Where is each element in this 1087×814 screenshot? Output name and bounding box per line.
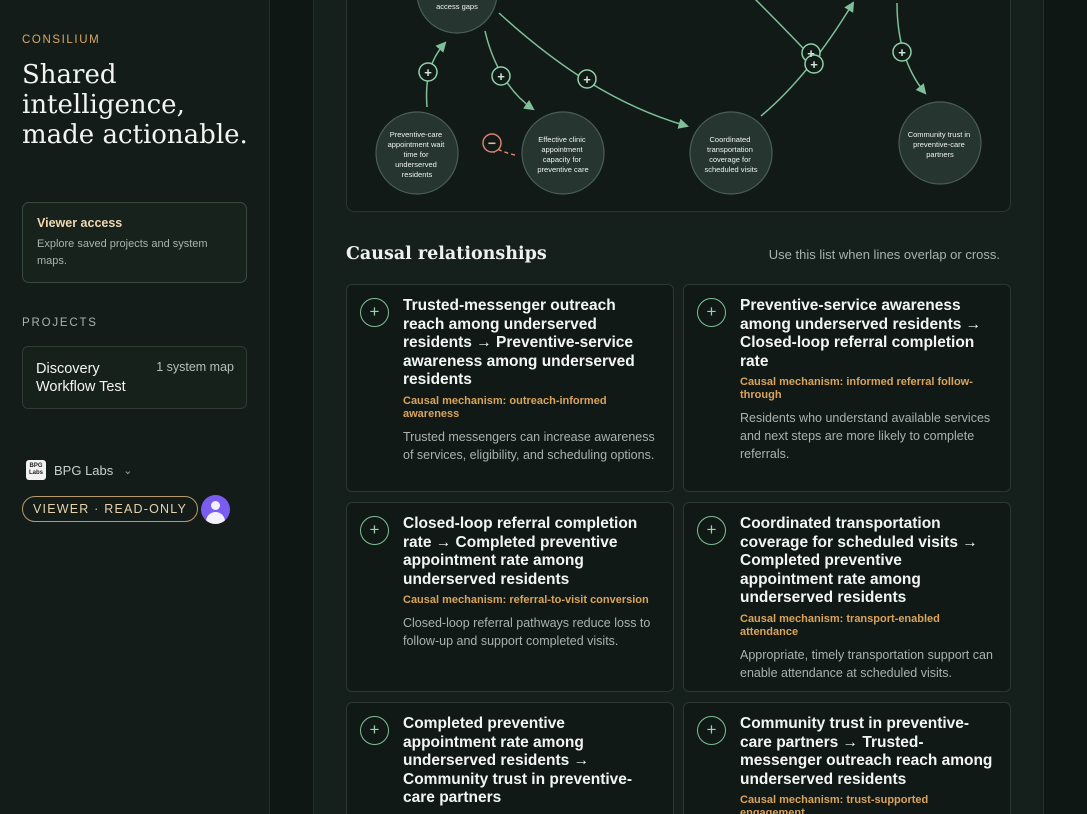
sign-minus: − [488, 135, 496, 151]
svg-text:access gaps: access gaps [436, 2, 478, 11]
sign-plus-5: + [810, 57, 818, 72]
node-access-gaps[interactable]: access gaps [417, 0, 497, 34]
org-logo: BPG Labs [26, 460, 46, 480]
sign-plus-3: + [583, 72, 591, 87]
relationship-mechanism: Causal mechanism: referral-to-visit conv… [403, 594, 649, 606]
relationship-card[interactable]: + Completed preventive appointment rate … [346, 702, 674, 814]
causal-relationships-heading: Causal relationships [346, 244, 547, 264]
org-switcher[interactable]: BPG Labs BPG Labs ⌄ [26, 460, 132, 480]
relationship-title: Completed preventive appointment rate am… [403, 715, 633, 806]
node-transportation[interactable]: Coordinated transportation coverage for … [689, 111, 773, 195]
relationship-card[interactable]: + Trusted-messenger outreach reach among… [346, 284, 674, 492]
avatar[interactable] [201, 495, 230, 524]
svg-text:Effective clinic appoi: Effective clinic appointment capacity fo… [537, 135, 588, 174]
sign-plus-2: + [497, 69, 505, 84]
relationship-title: Trusted-messenger outreach reach among u… [403, 297, 635, 388]
plus-icon: + [360, 516, 389, 545]
sign-plus-1: + [424, 65, 432, 80]
node-community-trust[interactable]: Community trust in preventive-care partn… [898, 101, 982, 185]
edge-access-transport [498, 12, 690, 129]
relationship-title: Closed-loop referral completion rate → C… [403, 515, 638, 588]
sidebar: CONSILIUM Shared intelligence, made acti… [0, 0, 270, 814]
user-body-shape [206, 512, 225, 524]
user-head-shape [211, 501, 220, 510]
viewer-access-title: Viewer access [37, 216, 123, 230]
plus-icon: + [697, 716, 726, 745]
plus-icon: + [697, 298, 726, 327]
chevron-down-icon: ⌄ [123, 464, 133, 477]
edge-access-capacity [484, 30, 535, 111]
projects-label: PROJECTS [22, 317, 98, 329]
viewer-access-description: Explore saved projects and system maps. [37, 238, 208, 267]
project-item[interactable]: Discovery Workflow Test 1 system map [22, 346, 247, 409]
project-name: Discovery Workflow Test [36, 361, 126, 395]
relationship-card[interactable]: + Preventive-service awareness among und… [683, 284, 1011, 492]
plus-icon: + [360, 716, 389, 745]
relationship-mechanism: Causal mechanism: transport-enabled atte… [740, 612, 940, 638]
viewer-access-card: Viewer access Explore saved projects and… [22, 202, 247, 283]
svg-text:Coordinated transporta: Coordinated transportation coverage for … [705, 135, 758, 174]
role-badge: VIEWER · READ-ONLY [22, 496, 199, 522]
system-map[interactable]: + + + + + + − access gaps Preventive-car… [346, 0, 1011, 212]
relationship-mechanism: Causal mechanism: trust-supported engage… [740, 794, 929, 814]
relationship-mechanism: Causal mechanism: informed referral foll… [740, 376, 973, 401]
relationship-title: Coordinated transportation coverage for … [740, 515, 978, 606]
sign-plus-6: + [898, 45, 906, 60]
plus-icon: + [697, 516, 726, 545]
relationship-description: Trusted messengers can increase awarenes… [403, 429, 655, 462]
project-meta: 1 system map [156, 360, 234, 374]
system-map-canvas[interactable]: + + + + + + − access gaps Preventive-car… [347, 0, 1011, 212]
relationship-card[interactable]: + Coordinated transportation coverage fo… [683, 502, 1011, 692]
relationship-mechanism: Causal mechanism: outreach-informed awar… [403, 394, 607, 420]
relationship-description: Appropriate, timely transportation suppo… [740, 647, 993, 680]
relationship-description: Residents who understand available servi… [740, 411, 991, 461]
tagline: Shared intelligence, made actionable. [22, 60, 248, 150]
relationship-title: Community trust in preventive-care partn… [740, 715, 993, 788]
sign-badge-positive [418, 42, 912, 89]
node-clinic-capacity[interactable]: Effective clinic appointment capacity fo… [521, 111, 605, 195]
relationships-hint: Use this list when lines overlap or cros… [768, 247, 1000, 262]
org-name: BPG Labs [54, 462, 114, 478]
plus-icon: + [360, 298, 389, 327]
relationship-card[interactable]: + Community trust in preventive-care par… [683, 702, 1011, 814]
relationship-title: Preventive-service awareness among under… [740, 297, 982, 370]
brand-name: CONSILIUM [22, 34, 101, 46]
relationship-card[interactable]: + Closed-loop referral completion rate →… [346, 502, 674, 692]
relationship-description: Closed-loop referral pathways reduce los… [403, 616, 651, 648]
node-wait-time[interactable]: Preventive-care appointment wait time fo… [375, 111, 459, 195]
